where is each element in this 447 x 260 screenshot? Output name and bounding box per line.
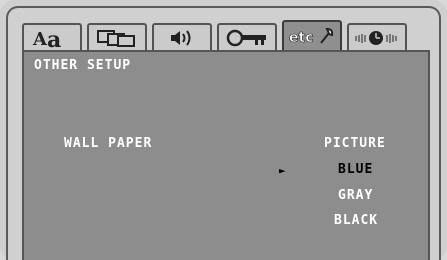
option-black[interactable]: BLACK <box>334 213 378 228</box>
page-title: OTHER SETUP <box>34 58 132 73</box>
tab-etc[interactable]: etc <box>282 20 342 50</box>
tab-language[interactable]: A a <box>22 23 82 50</box>
setup-tabs: A a etc <box>22 20 407 50</box>
selection-arrow-icon: ► <box>279 164 286 177</box>
wall-paper-label[interactable]: WALL PAPER <box>64 136 152 151</box>
key-icon <box>225 28 269 48</box>
settings-panel: OTHER SETUP WALL PAPER PICTURE ► BLUE GR… <box>22 50 430 260</box>
etc-wrench-icon: etc <box>288 26 336 46</box>
display-screens-icon <box>95 28 139 48</box>
clock-timer-icon <box>353 28 401 48</box>
speaker-icon <box>167 28 197 48</box>
svg-text:etc: etc <box>289 30 314 46</box>
svg-text:A: A <box>32 29 48 49</box>
option-picture[interactable]: PICTURE <box>324 136 386 151</box>
aa-font-icon: A a <box>31 27 73 49</box>
tab-display[interactable] <box>87 23 147 50</box>
tab-timer[interactable] <box>347 23 407 50</box>
tab-lock[interactable] <box>217 23 277 50</box>
option-gray[interactable]: GRAY <box>338 188 373 203</box>
svg-text:a: a <box>47 27 61 49</box>
option-blue[interactable]: BLUE <box>338 162 373 177</box>
tab-audio[interactable] <box>152 23 212 50</box>
